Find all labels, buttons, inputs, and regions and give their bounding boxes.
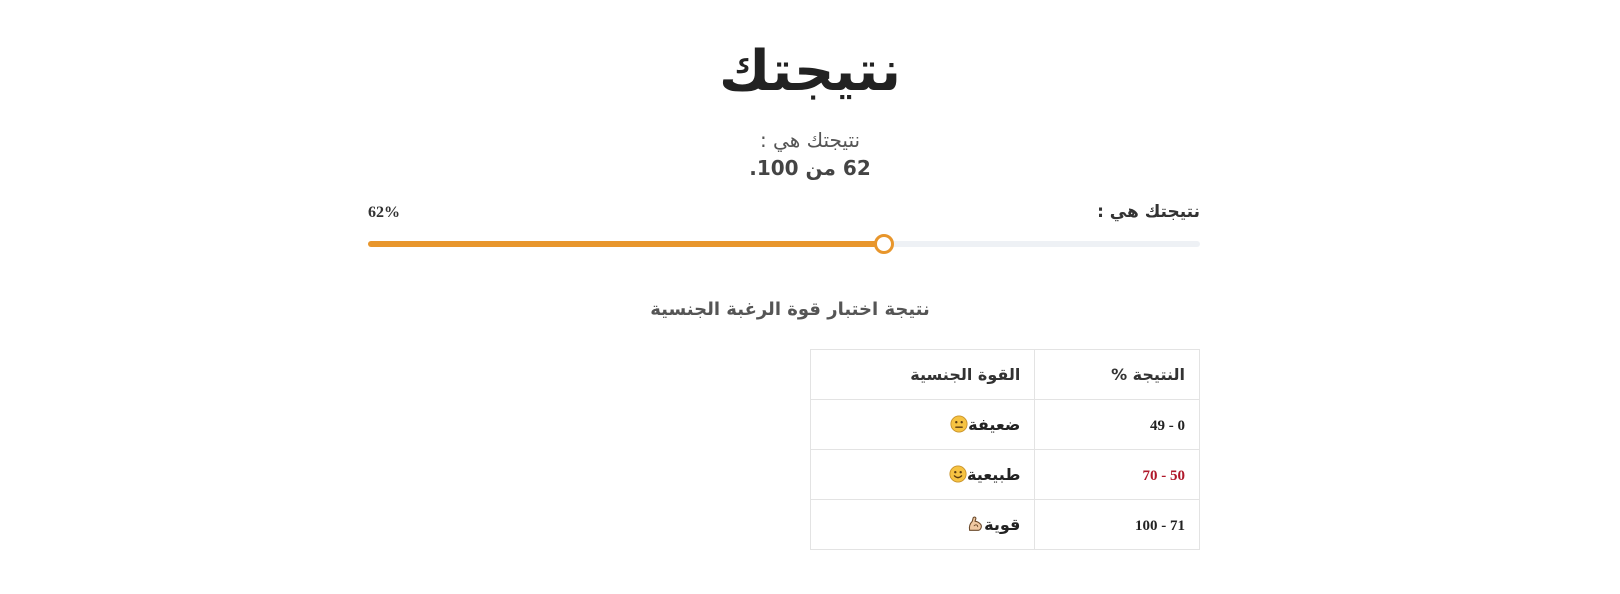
progress-label: نتيجتك هي : bbox=[1097, 202, 1200, 222]
row-range: 0 - 49 bbox=[1034, 399, 1200, 450]
progress-thumb bbox=[873, 234, 894, 254]
strength-text: ضعيفة bbox=[968, 415, 1021, 434]
table-row: 0 - 49 ضعيفة bbox=[809, 399, 1200, 450]
smiling-face-icon bbox=[949, 465, 967, 483]
progress-percent: 62% bbox=[368, 204, 400, 221]
row-strength: طبيعية bbox=[809, 449, 1036, 500]
row-strength: ضعيفة bbox=[809, 399, 1036, 450]
table-header-row: النتيجة % القوة الجنسية bbox=[809, 349, 1200, 400]
range-text: 0 - 49 bbox=[1150, 417, 1185, 434]
section-heading: نتيجة اختبار قوة الرغبة الجنسية bbox=[650, 299, 930, 320]
range-text: 71 - 100 bbox=[1135, 517, 1185, 534]
table-row: 71 - 100 قوية bbox=[809, 499, 1200, 550]
row-range: 71 - 100 bbox=[1034, 499, 1200, 550]
flexed-biceps-icon bbox=[969, 516, 983, 531]
strength-text: طبيعية bbox=[966, 465, 1021, 484]
row-range: 50 - 70 bbox=[1034, 449, 1200, 500]
neutral-face-icon bbox=[950, 415, 968, 433]
table-row: 50 - 70 طبيعية bbox=[809, 449, 1200, 500]
header-strength: القوة الجنسية bbox=[809, 349, 1036, 400]
result-progress: نتيجتك هي : 62% bbox=[368, 200, 1200, 260]
row-strength: قوية bbox=[809, 499, 1036, 550]
progress-fill bbox=[368, 241, 884, 247]
score-text: 62 من 100. bbox=[749, 156, 871, 180]
result-subtitle: نتيجتك هي : bbox=[759, 128, 861, 152]
header-score: النتيجة % bbox=[1034, 349, 1200, 400]
range-text: 50 - 70 bbox=[1142, 467, 1186, 484]
progress-track bbox=[368, 234, 1200, 254]
strength-text: قوية bbox=[984, 515, 1021, 534]
result-table: النتيجة % القوة الجنسية 0 - 49 ضعيفة 50 … bbox=[809, 349, 1200, 550]
page-title: نتيجتك bbox=[718, 39, 902, 104]
